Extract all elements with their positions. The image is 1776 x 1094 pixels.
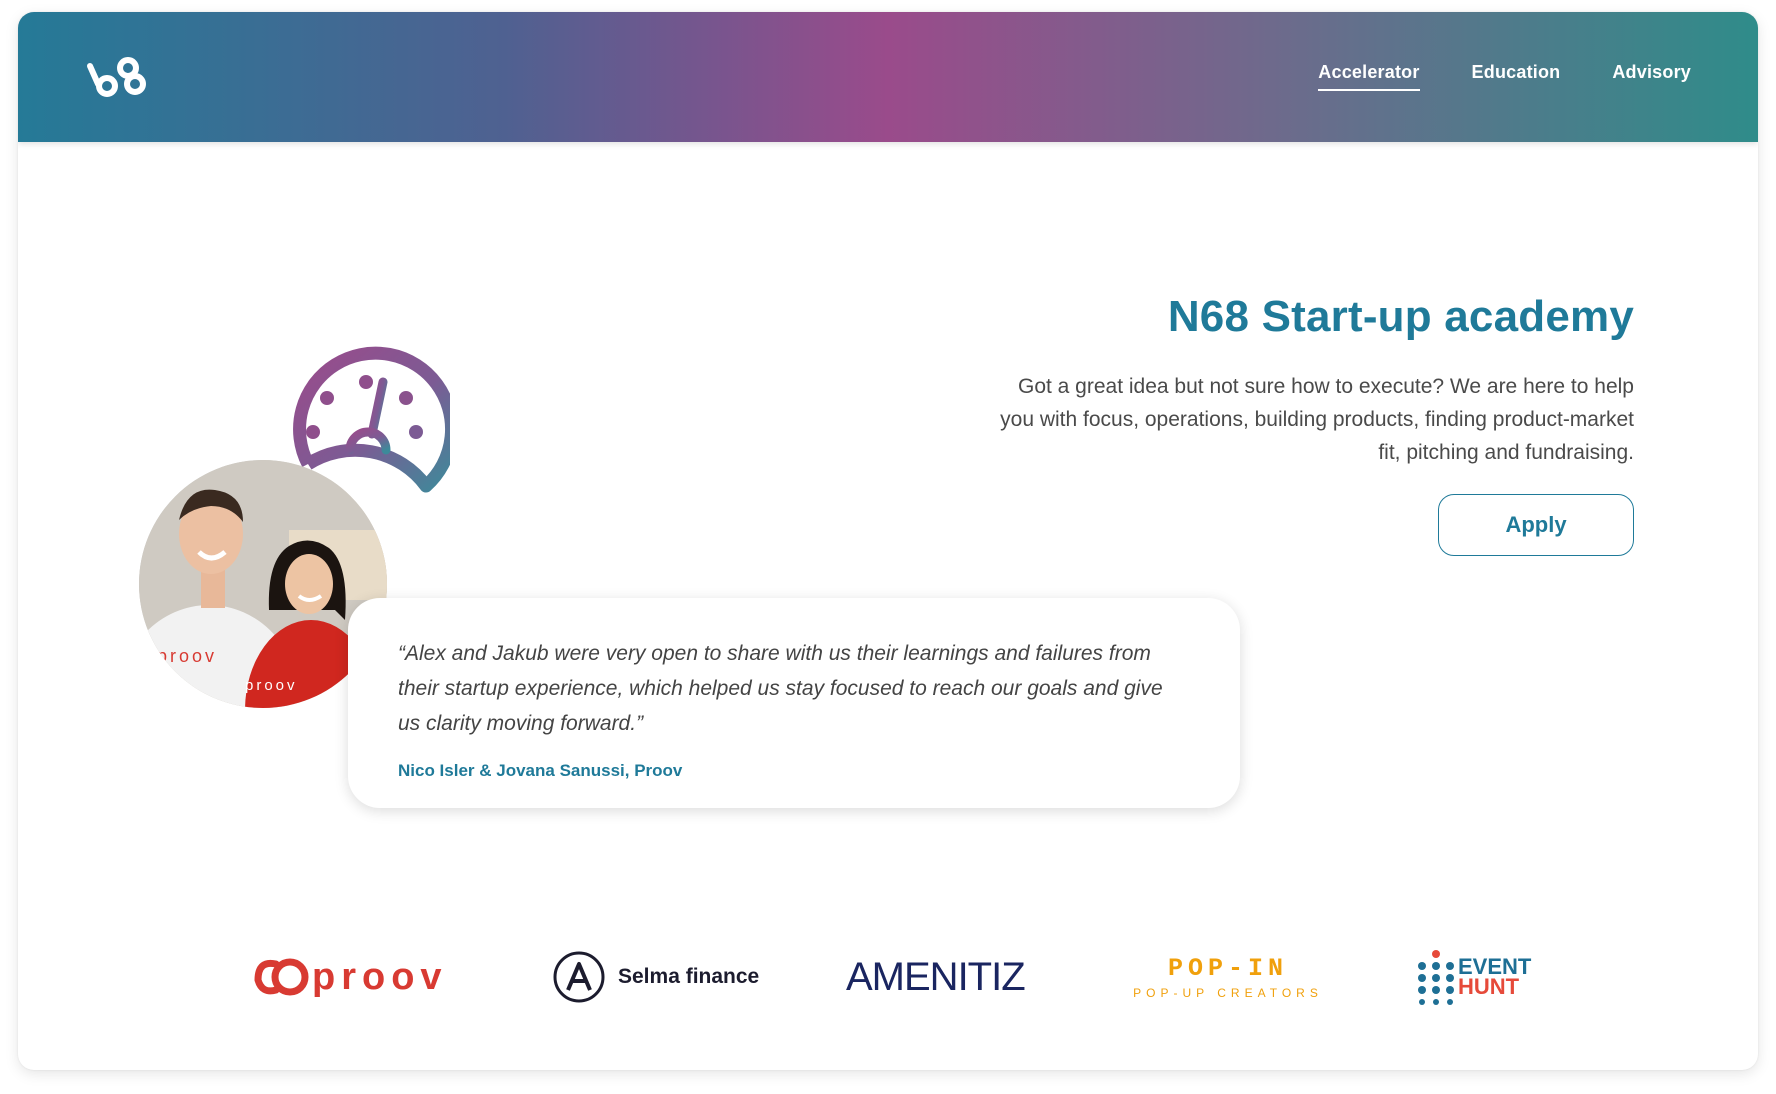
eventhunt-word-hunt: HUNT xyxy=(1458,974,1520,999)
partner-logos: proov Selma finance AMENITIZ POP-IN POP-… xyxy=(18,942,1758,1012)
partner-proov-logo[interactable]: proov xyxy=(254,942,448,1012)
partner-selma-logo[interactable]: Selma finance xyxy=(552,942,759,1012)
page-title: N68 Start-up academy xyxy=(1167,292,1634,341)
testimonial-quote: “Alex and Jakub were very open to share … xyxy=(398,642,1163,735)
page-card: Accelerator Education Advisory N68 Start… xyxy=(18,12,1758,1070)
partner-popin-logo[interactable]: POP-IN POP-UP CREATORS xyxy=(1128,942,1328,1012)
shirt-text-2: proov xyxy=(245,677,298,694)
proov-mark-icon xyxy=(254,958,309,996)
shirt-text-1: proov xyxy=(157,646,217,666)
partner-eventhunt-logo[interactable]: EVENT HUNT xyxy=(1416,942,1531,1012)
nav-item-education[interactable]: Education xyxy=(1472,62,1561,91)
n68-logo-icon[interactable] xyxy=(84,54,148,100)
selma-a-icon xyxy=(553,951,605,1003)
popin-tagline: POP-UP CREATORS xyxy=(1133,986,1323,1000)
main-nav: Accelerator Education Advisory xyxy=(1318,62,1691,91)
eventhunt-dots-icon xyxy=(1418,950,1454,1005)
hero-description: Got a great idea but not sure how to exe… xyxy=(1000,375,1634,464)
amenitiz-wordmark: AMENITIZ xyxy=(846,954,1026,999)
nav-item-accelerator[interactable]: Accelerator xyxy=(1318,62,1420,91)
nav-item-advisory[interactable]: Advisory xyxy=(1612,62,1691,91)
eventhunt-wordmark: EVENT HUNT xyxy=(1458,956,1531,999)
testimonial-author: Nico Isler & Jovana Sanussi, Proov xyxy=(398,761,683,780)
testimonial-card: “Alex and Jakub were very open to share … xyxy=(348,598,1240,808)
proov-wordmark: proov xyxy=(312,955,448,998)
selma-wordmark: Selma finance xyxy=(618,965,760,988)
partner-amenitiz-logo[interactable]: AMENITIZ xyxy=(846,942,1026,1012)
popin-wordmark: POP-IN xyxy=(1167,954,1288,983)
top-header: Accelerator Education Advisory xyxy=(18,12,1758,142)
apply-button[interactable]: Apply xyxy=(1438,494,1634,556)
